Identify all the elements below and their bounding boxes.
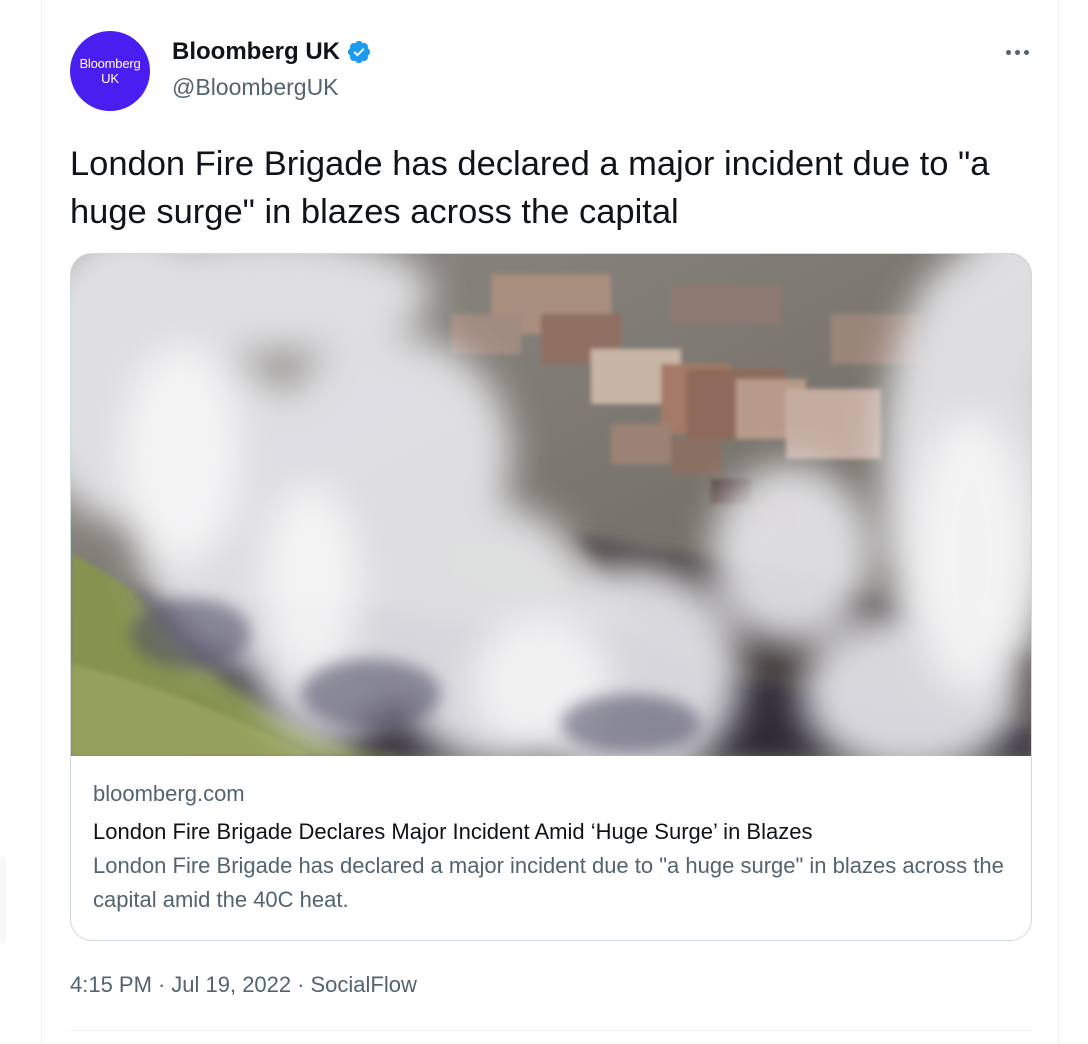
avatar-line-2: UK [101,71,119,86]
card-body[interactable]: bloomberg.com London Fire Brigade Declar… [93,779,1013,917]
author-block: Bloomberg UK @BloombergUK [172,36,372,101]
tweet-meta: 4:15 PM · Jul 19, 2022 · SocialFlow [70,972,417,998]
tweet-date[interactable]: Jul 19, 2022 [171,972,291,998]
more-options-button[interactable] [1002,40,1032,64]
display-name[interactable]: Bloomberg UK [172,38,340,66]
fire-aerial-photo [71,254,1031,756]
card-description: London Fire Brigade has declared a major… [93,853,1004,912]
more-horizontal-icon [1005,49,1011,55]
display-name-row[interactable]: Bloomberg UK [172,36,372,68]
card-domain: bloomberg.com [93,781,245,806]
verified-badge-icon [347,40,371,64]
side-decoration [0,855,6,945]
meta-separator: · [157,972,166,997]
tweet-text: London Fire Brigade has declared a major… [70,145,990,231]
avatar[interactable]: Bloomberg UK [70,31,150,111]
tweet-source[interactable]: SocialFlow [310,972,416,998]
more-dot [1023,49,1029,55]
more-dot [1014,49,1020,55]
card-title: London Fire Brigade Declares Major Incid… [93,819,813,844]
timeline-border-right [1058,0,1059,1044]
avatar-line-1: Bloomberg [79,56,141,71]
handle[interactable]: @BloombergUK [172,74,372,101]
tweet: Bloomberg UK Bloomberg UK @BloombergUK L… [42,0,1058,1044]
tweet-time[interactable]: 4:15 PM [70,972,152,998]
link-card[interactable]: bloomberg.com London Fire Brigade Declar… [70,253,1032,941]
card-image[interactable] [71,254,1031,756]
divider [70,1030,1032,1031]
meta-separator: · [297,972,305,997]
